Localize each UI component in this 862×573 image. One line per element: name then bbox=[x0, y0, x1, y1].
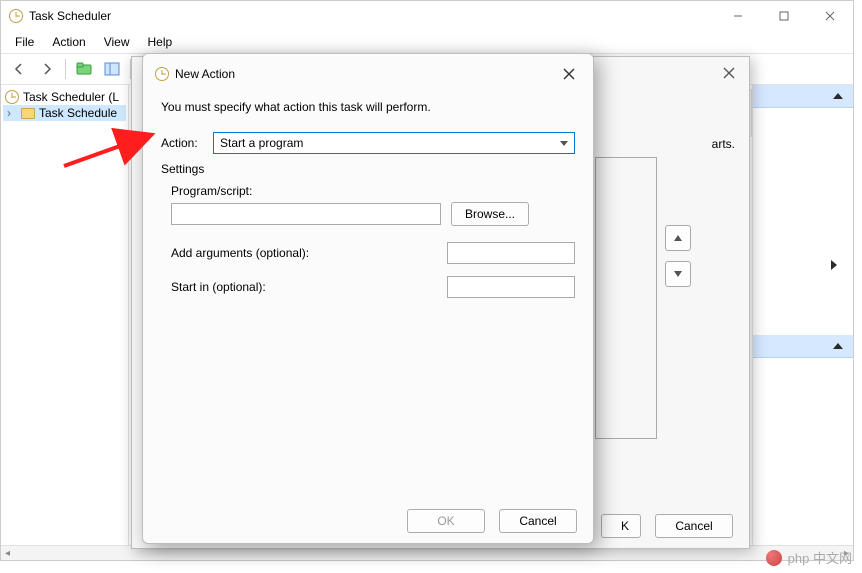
chevron-down-icon bbox=[560, 141, 568, 146]
watermark-prefix: php bbox=[788, 551, 810, 566]
folder-icon bbox=[21, 108, 35, 119]
clock-icon bbox=[155, 67, 169, 81]
new-action-dialog: New Action You must specify what action … bbox=[142, 53, 594, 544]
maximize-button[interactable] bbox=[761, 1, 807, 31]
actions-pane bbox=[752, 85, 853, 545]
action-label: Action: bbox=[161, 136, 205, 150]
tree-library-label: Task Schedule bbox=[39, 106, 117, 120]
move-down-button[interactable] bbox=[665, 261, 691, 287]
browse-button[interactable]: Browse... bbox=[451, 202, 529, 226]
dialog-title: New Action bbox=[175, 67, 235, 81]
menu-action[interactable]: Action bbox=[44, 33, 93, 51]
start-in-label: Start in (optional): bbox=[171, 280, 441, 294]
ok-button[interactable]: K bbox=[601, 514, 641, 538]
toolbar-separator bbox=[65, 59, 66, 79]
dialog-intro-text: You must specify what action this task w… bbox=[161, 100, 575, 114]
watermark-icon bbox=[766, 550, 782, 566]
actions-header-2[interactable] bbox=[753, 335, 853, 358]
action-select-value: Start a program bbox=[220, 136, 303, 150]
expand-icon bbox=[831, 260, 837, 270]
app-icon bbox=[9, 9, 23, 23]
program-script-input[interactable] bbox=[171, 203, 441, 225]
window-title: Task Scheduler bbox=[29, 9, 111, 23]
clock-icon bbox=[5, 90, 19, 104]
actions-header[interactable] bbox=[753, 85, 853, 108]
nav-back-button[interactable] bbox=[7, 57, 31, 81]
collapse-icon bbox=[833, 343, 843, 349]
nav-forward-button[interactable] bbox=[35, 57, 59, 81]
menu-file[interactable]: File bbox=[7, 33, 42, 51]
cancel-button[interactable]: Cancel bbox=[655, 514, 733, 538]
collapse-icon bbox=[833, 93, 843, 99]
tree-library[interactable]: › Task Schedule bbox=[3, 105, 126, 121]
dialog-close-button[interactable] bbox=[717, 61, 741, 85]
watermark: php 中文网 bbox=[766, 548, 852, 567]
watermark-text: 中文网 bbox=[813, 551, 852, 566]
settings-label: Settings bbox=[161, 162, 575, 176]
dialog-close-button[interactable] bbox=[557, 62, 581, 86]
menu-help[interactable]: Help bbox=[140, 33, 181, 51]
tree-root-label: Task Scheduler (L bbox=[23, 90, 119, 104]
toolbar-folder-button[interactable] bbox=[72, 57, 96, 81]
menu-view[interactable]: View bbox=[96, 33, 138, 51]
actions-listbox[interactable] bbox=[595, 157, 657, 439]
move-up-button[interactable] bbox=[665, 225, 691, 251]
ok-button[interactable]: OK bbox=[407, 509, 485, 533]
start-in-input[interactable] bbox=[447, 276, 575, 298]
nav-tree: Task Scheduler (L › Task Schedule bbox=[1, 85, 129, 545]
action-select[interactable]: Start a program bbox=[213, 132, 575, 154]
add-arguments-label: Add arguments (optional): bbox=[171, 246, 441, 260]
chevron-right-icon: › bbox=[7, 106, 17, 120]
partial-text: arts. bbox=[712, 137, 735, 151]
minimize-button[interactable] bbox=[715, 1, 761, 31]
menubar: File Action View Help bbox=[1, 31, 853, 53]
tree-root[interactable]: Task Scheduler (L bbox=[3, 89, 126, 105]
toolbar-pane-button[interactable] bbox=[100, 57, 124, 81]
close-button[interactable] bbox=[807, 1, 853, 31]
titlebar: Task Scheduler bbox=[1, 1, 853, 31]
dialog-titlebar: New Action bbox=[143, 54, 593, 94]
program-script-label: Program/script: bbox=[171, 184, 575, 198]
add-arguments-input[interactable] bbox=[447, 242, 575, 264]
cancel-button[interactable]: Cancel bbox=[499, 509, 577, 533]
